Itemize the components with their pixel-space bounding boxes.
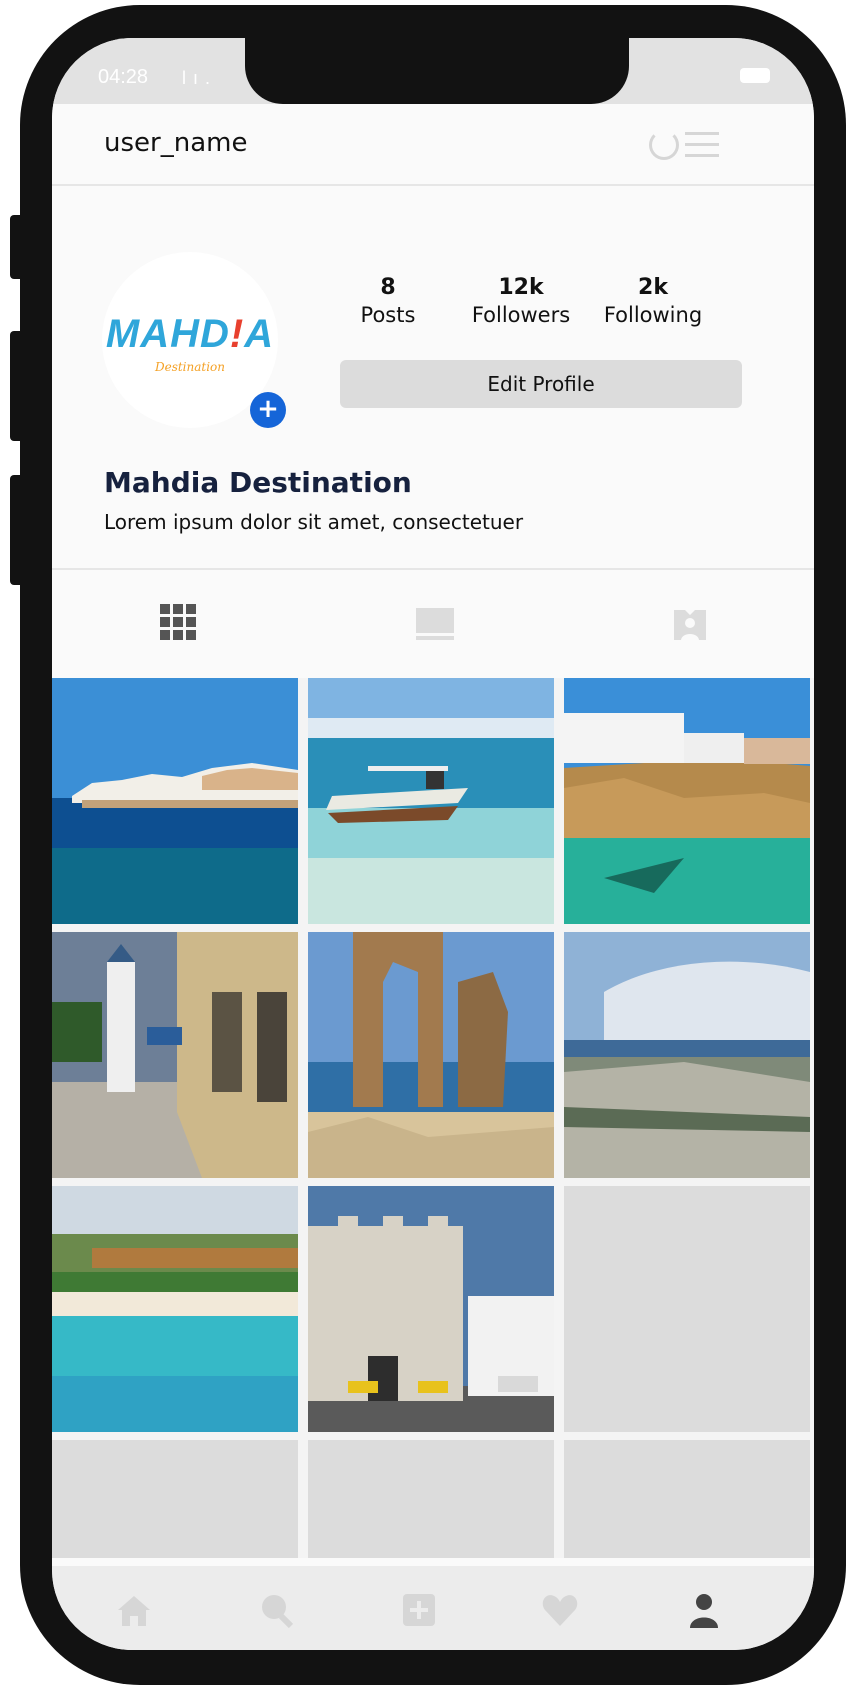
phone-screen: 04:28 l ı . user_name MAHD!A Destination… — [52, 38, 814, 1650]
logo-subtitle: Destination — [154, 360, 226, 374]
loading-spinner-icon — [649, 130, 679, 160]
stat-following[interactable]: 2k Following — [598, 276, 708, 330]
add-post-icon[interactable] — [399, 1590, 439, 1630]
profile-display-name: Mahdia Destination — [104, 466, 412, 499]
post-placeholder — [52, 1440, 298, 1558]
profile-header: MAHD!A Destination + 8 Posts 12k Followe… — [52, 186, 814, 566]
volume-up-button — [10, 331, 26, 441]
username-title: user_name — [104, 128, 248, 158]
post-placeholder — [308, 1440, 554, 1558]
followers-label: Followers — [471, 303, 571, 327]
grid-view-icon[interactable] — [160, 604, 196, 640]
profile-icon[interactable] — [684, 1590, 724, 1630]
post-thumbnail[interactable] — [308, 678, 554, 924]
post-thumbnail[interactable] — [308, 932, 554, 1178]
feed-view-icon[interactable] — [416, 608, 454, 640]
following-label: Following — [603, 303, 703, 327]
add-story-plus-icon[interactable]: + — [250, 392, 286, 428]
notch — [245, 38, 629, 104]
stat-followers[interactable]: 12k Followers — [466, 276, 576, 330]
post-thumbnail[interactable] — [564, 932, 810, 1178]
profile-bio: Lorem ipsum dolor sit amet, consectetuer — [104, 510, 524, 534]
post-thumbnail[interactable] — [52, 678, 298, 924]
heart-icon[interactable] — [540, 1590, 580, 1630]
posts-count: 8 — [380, 275, 396, 300]
edit-profile-button[interactable]: Edit Profile — [340, 360, 742, 408]
posts-grid — [52, 678, 814, 1558]
signal-icon: l ı . — [182, 68, 212, 88]
followers-count: 12k — [498, 275, 544, 300]
stat-posts[interactable]: 8 Posts — [358, 276, 418, 330]
following-count: 2k — [638, 275, 668, 300]
tagged-photos-icon[interactable] — [672, 606, 708, 642]
bottom-nav — [52, 1566, 814, 1650]
posts-label: Posts — [360, 303, 416, 327]
post-thumbnail[interactable] — [564, 678, 810, 924]
post-thumbnail[interactable] — [52, 932, 298, 1178]
battery-icon — [740, 68, 770, 83]
post-placeholder — [564, 1440, 810, 1558]
post-thumbnail[interactable] — [52, 1186, 298, 1432]
search-icon[interactable] — [257, 1590, 297, 1630]
post-placeholder — [564, 1186, 810, 1432]
top-app-bar: user_name — [52, 104, 814, 186]
profile-tabs — [52, 568, 814, 678]
home-icon[interactable] — [114, 1590, 154, 1630]
mute-switch — [10, 215, 26, 279]
post-thumbnail[interactable] — [308, 1186, 554, 1432]
status-time: 04:28 — [98, 66, 149, 88]
logo-wordmark: MAHD!A — [105, 312, 275, 356]
hamburger-menu-icon[interactable] — [685, 132, 719, 158]
volume-down-button — [10, 475, 26, 585]
